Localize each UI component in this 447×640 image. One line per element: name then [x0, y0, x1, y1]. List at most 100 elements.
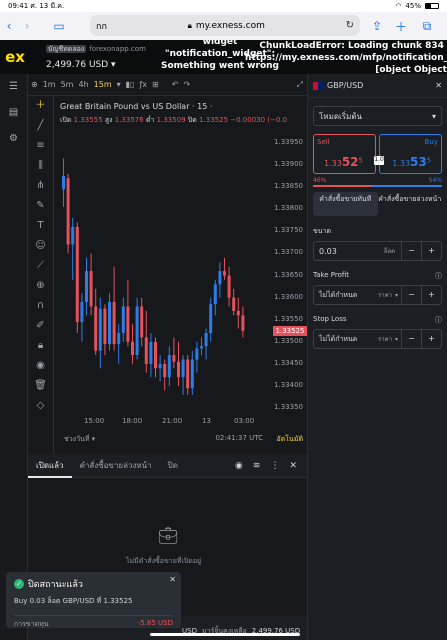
- add-indicator-icon[interactable]: ⊕: [31, 80, 38, 89]
- magnet-icon[interactable]: ∩: [28, 296, 53, 316]
- tab-pending-order[interactable]: คำสั่งซื้อขายล่วงหน้า: [378, 192, 443, 216]
- candle-body[interactable]: [131, 341, 134, 356]
- candle-body[interactable]: [62, 176, 65, 190]
- new-tab-icon[interactable]: ＋: [392, 18, 410, 35]
- crosshair-icon[interactable]: ＋: [28, 96, 53, 116]
- candle-body[interactable]: [163, 363, 167, 378]
- candle-body[interactable]: [158, 363, 162, 369]
- auto-scale-button[interactable]: อัตโนมัติ: [277, 434, 303, 445]
- volume-stepper[interactable]: 0.03 ล็อต − +: [313, 241, 442, 261]
- settings-icon[interactable]: ⚙: [0, 126, 27, 152]
- layout-icon[interactable]: ⊞: [152, 80, 159, 89]
- candle-body[interactable]: [108, 302, 111, 345]
- candle-body[interactable]: [204, 332, 208, 347]
- close-icon[interactable]: ✕: [289, 461, 297, 471]
- share-icon[interactable]: ⇪: [368, 19, 386, 33]
- candle-type-icon[interactable]: ▮▯: [126, 80, 135, 89]
- fullscreen-icon[interactable]: ⤢: [297, 80, 307, 90]
- candle-body[interactable]: [89, 271, 93, 307]
- candle-body[interactable]: [236, 310, 240, 316]
- take-profit-unit[interactable]: ราคา: [378, 290, 395, 300]
- candle-body[interactable]: [121, 306, 125, 333]
- candle-body[interactable]: [167, 355, 171, 378]
- tabs-icon[interactable]: ⧉: [418, 19, 436, 34]
- candle-body[interactable]: [190, 359, 194, 389]
- back-icon[interactable]: ‹: [0, 19, 18, 33]
- timeframe-5m[interactable]: 5m: [61, 80, 74, 89]
- candle-body[interactable]: [112, 302, 116, 345]
- candle-body[interactable]: [181, 359, 185, 378]
- candle-body[interactable]: [172, 355, 176, 362]
- pen-lock-icon[interactable]: ✐: [28, 316, 53, 336]
- candle-body[interactable]: [140, 306, 144, 338]
- ruler-icon[interactable]: ⟋: [28, 256, 53, 276]
- emoji-icon[interactable]: ☺: [28, 236, 53, 256]
- stop-loss-unit[interactable]: ราคา: [378, 334, 395, 344]
- candle-body[interactable]: [144, 337, 148, 364]
- account-switcher[interactable]: บัญชีทดลอง forexonapp.com 2,499.76 USD ▾: [46, 44, 146, 70]
- timeframe-15m[interactable]: 15m: [94, 80, 112, 89]
- indicators-icon[interactable]: ƒx: [139, 80, 147, 89]
- text-icon[interactable]: T: [28, 216, 53, 236]
- take-profit-value[interactable]: ไม่ได้กำหนด: [314, 290, 378, 301]
- info-icon[interactable]: ⓘ: [435, 271, 442, 281]
- more-tools-icon[interactable]: ◇: [28, 396, 53, 416]
- reload-icon[interactable]: ↻: [346, 20, 354, 31]
- undo-icon[interactable]: ↶: [172, 80, 179, 89]
- stop-loss-value[interactable]: ไม่ได้กำหนด: [314, 334, 378, 345]
- candle-body[interactable]: [85, 271, 88, 303]
- info-icon[interactable]: ⓘ: [435, 315, 442, 325]
- minus-icon[interactable]: −: [401, 286, 421, 304]
- tab-closed[interactable]: ปิด: [160, 454, 186, 478]
- candle-body[interactable]: [241, 315, 245, 331]
- candle-body[interactable]: [98, 308, 102, 351]
- candle-body[interactable]: [66, 178, 70, 245]
- candle-body[interactable]: [80, 302, 84, 322]
- candlestick-plot[interactable]: [54, 134, 271, 417]
- pitchfork-icon[interactable]: ⋔: [28, 176, 53, 196]
- candle-body[interactable]: [213, 284, 217, 305]
- date-range-button[interactable]: ช่วงวันที่ ▾: [64, 434, 95, 445]
- candle-body[interactable]: [195, 348, 199, 360]
- tab-pending[interactable]: คำสั่งซื้อขายล่วงหน้า: [72, 454, 160, 478]
- book-icon[interactable]: ▭: [50, 19, 68, 33]
- candle-body[interactable]: [71, 226, 75, 245]
- view-toggle-icon[interactable]: ◉: [235, 461, 243, 471]
- candle-body[interactable]: [223, 271, 226, 276]
- candle-body[interactable]: [126, 306, 130, 342]
- trash-icon[interactable]: 🗑︎: [28, 376, 53, 396]
- lock-icon[interactable]: 🔒︎: [28, 336, 53, 356]
- chevron-down-icon[interactable]: ▾: [117, 80, 121, 89]
- candle-body[interactable]: [186, 359, 190, 389]
- timeframe-4h[interactable]: 4h: [78, 80, 88, 89]
- timeframe-1m[interactable]: 1m: [43, 80, 56, 89]
- tab-open[interactable]: เปิดแล้ว: [28, 454, 72, 478]
- candle-body[interactable]: [103, 308, 107, 345]
- close-icon[interactable]: ✕: [435, 81, 442, 90]
- plus-icon[interactable]: +: [421, 286, 441, 304]
- brush-icon[interactable]: ✎: [28, 196, 53, 216]
- stop-loss-field[interactable]: ไม่ได้กำหนด ราคา ▾ − +: [313, 329, 442, 349]
- order-mode-select[interactable]: โหมดเริ่มต้น ▾: [313, 106, 442, 126]
- candle-body[interactable]: [94, 306, 98, 351]
- orders-icon[interactable]: ▤: [0, 100, 27, 126]
- reader-button[interactable]: กก: [96, 19, 107, 33]
- exness-logo[interactable]: ex: [0, 48, 30, 66]
- close-icon[interactable]: ✕: [169, 575, 176, 584]
- menu-icon[interactable]: ☰: [0, 74, 27, 100]
- take-profit-field[interactable]: ไม่ได้กำหนด ราคา ▾ − +: [313, 285, 442, 305]
- candle-body[interactable]: [227, 275, 231, 298]
- candle-body[interactable]: [135, 306, 139, 356]
- plus-icon[interactable]: +: [421, 242, 441, 260]
- price-axis[interactable]: 1.33950 1.33900 1.33850 1.33800 1.33750 1.337…: [271, 96, 307, 426]
- address-bar[interactable]: กก 🔒︎ my.exness.com ↻: [90, 15, 360, 36]
- hlines-icon[interactable]: ≡: [28, 136, 53, 156]
- channel-icon[interactable]: ⫼: [28, 156, 53, 176]
- sell-button[interactable]: Sell 1.33525: [313, 134, 376, 174]
- candle-body[interactable]: [200, 346, 203, 349]
- candle-body[interactable]: [75, 226, 79, 322]
- candle-body[interactable]: [154, 341, 157, 369]
- candle-body[interactable]: [117, 332, 121, 345]
- trendline-icon[interactable]: ╱: [28, 116, 53, 136]
- zoom-icon[interactable]: ⊕: [28, 276, 53, 296]
